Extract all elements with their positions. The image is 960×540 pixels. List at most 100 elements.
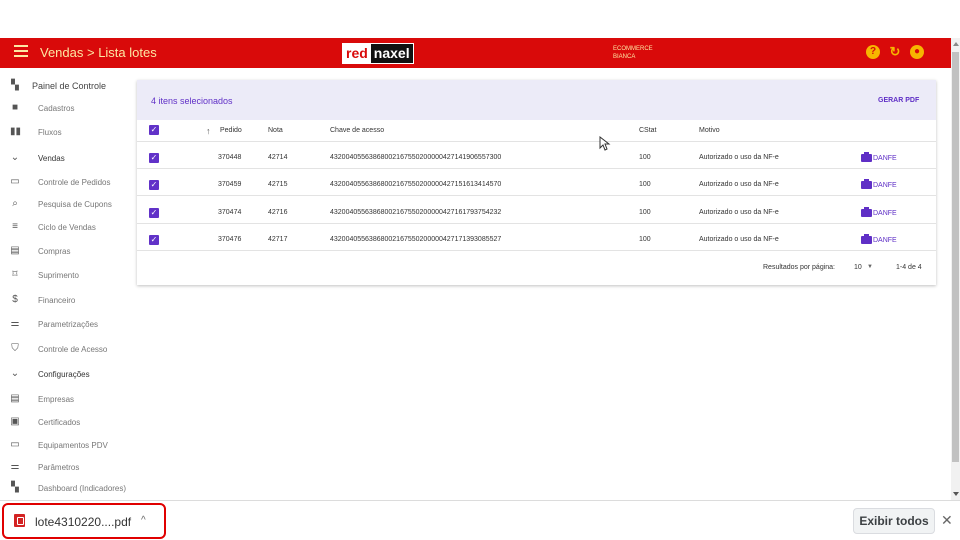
sidebar-item[interactable]: ⌄ Configurações	[0, 363, 128, 385]
cell-pedido: 370459	[218, 181, 242, 188]
cell-nota: 42715	[268, 181, 288, 188]
cell-pedido: 370448	[218, 154, 242, 161]
per-page-select[interactable]: 10	[854, 264, 862, 271]
sidebar-item[interactable]: ▣ Certificados	[0, 411, 128, 433]
selected-count: 4 itens selecionados	[151, 96, 233, 106]
danfe-label: DANFE	[873, 236, 897, 244]
cell-chave: 4320040556386800216755020000042716179375…	[330, 209, 502, 216]
row-checkbox[interactable]: ✓	[149, 235, 159, 245]
close-download-bar-icon[interactable]: ✕	[941, 512, 953, 529]
sidebar-item[interactable]: ⌕ Pesquisa de Cupons	[0, 193, 128, 215]
selection-bar: 4 itens selecionados GERAR PDF	[137, 80, 936, 120]
sidebar-item[interactable]: ▭ Equipamentos PDV	[0, 434, 128, 456]
sidebar-item-label: Painel de Controle	[32, 81, 107, 91]
printer-icon	[861, 152, 872, 162]
download-file-name: lote4310220....pdf	[35, 515, 132, 529]
show-all-downloads-button[interactable]: Exibir todos	[853, 508, 935, 534]
sidebar-item[interactable]: ▮▮ Fluxos	[0, 121, 128, 143]
logo-red-text: red	[343, 44, 371, 63]
column-header-cstat[interactable]: CStat	[639, 127, 657, 134]
store-name: ECOMMERCE BIANCA	[613, 45, 653, 61]
row-divider	[137, 250, 936, 251]
logo: red naxel	[342, 43, 414, 64]
row-divider	[137, 168, 936, 169]
sidebar-item[interactable]: ⌄ Vendas	[0, 147, 128, 169]
printer-icon	[861, 207, 872, 217]
folder-icon: ■	[11, 102, 19, 113]
sidebar-item-label: Vendas	[38, 153, 65, 163]
help-icon[interactable]: ?	[866, 45, 880, 59]
danfe-button[interactable]: DANFE	[861, 179, 897, 189]
row-checkbox[interactable]: ✓	[149, 153, 159, 163]
printer-icon	[861, 234, 872, 244]
scroll-down-icon[interactable]	[953, 492, 959, 496]
cell-motivo: Autorizado o uso da NF-e	[699, 181, 779, 188]
arrow-up-icon[interactable]: ↑	[206, 126, 211, 136]
sidebar-item[interactable]: ▤ Empresas	[0, 388, 128, 410]
sidebar-item[interactable]: ⚌ Parametrizações	[0, 313, 128, 335]
per-page-label: Resultados por página:	[763, 264, 835, 271]
download-item[interactable]: lote4310220....pdf ^	[2, 503, 166, 539]
sidebar-item[interactable]: ⚌ Parâmetros	[0, 456, 128, 478]
danfe-label: DANFE	[873, 181, 897, 189]
cell-chave: 4320040556386800216755020000042717139308…	[330, 236, 502, 243]
refresh-icon[interactable]: ↻	[888, 45, 902, 59]
breadcrumb: Vendas > Lista lotes	[40, 45, 157, 60]
select-all-checkbox[interactable]: ✓	[149, 125, 159, 135]
sidebar-item[interactable]: ▭ Controle de Pedidos	[0, 171, 128, 193]
sidebar-item[interactable]: ⛉ Controle de Acesso	[0, 338, 128, 360]
sidebar-item-label: Parâmetros	[38, 462, 80, 472]
sidebar-item[interactable]: ⌑ Suprimento	[0, 264, 128, 286]
sidebar-item[interactable]: ■ Cadastros	[0, 97, 128, 119]
sidebar-item[interactable]: ≡ Ciclo de Vendas	[0, 216, 128, 238]
scroll-up-icon[interactable]	[953, 42, 959, 46]
menu-icon[interactable]	[14, 45, 28, 59]
sidebar-item[interactable]: $ Financeiro	[0, 289, 128, 311]
cell-chave: 4320040556386800216755020000042714190655…	[330, 154, 502, 161]
sidebar-item-label: Cadastros	[38, 103, 75, 113]
mouse-cursor-icon	[599, 136, 611, 151]
sidebar-item[interactable]: ▤ Compras	[0, 240, 128, 262]
sliders-icon: ⚌	[10, 318, 20, 329]
page-scrollbar[interactable]	[951, 38, 960, 500]
column-header-nota[interactable]: Nota	[268, 127, 283, 134]
app-bar: Vendas > Lista lotes	[0, 38, 951, 68]
cell-chave: 4320040556386800216755020000042715161341…	[330, 181, 502, 188]
column-header-pedido[interactable]: Pedido	[220, 127, 242, 134]
cell-cstat: 100	[639, 181, 651, 188]
cell-nota: 42714	[268, 154, 288, 161]
dashboard-icon: ▚	[11, 80, 19, 91]
monitor-icon: ▭	[10, 439, 20, 450]
sidebar-item-label: Financeiro	[38, 295, 76, 305]
chevron-up-icon[interactable]: ^	[141, 515, 146, 526]
danfe-button[interactable]: DANFE	[861, 207, 897, 217]
shield-icon: ⛉	[11, 343, 19, 354]
column-header-motivo[interactable]: Motivo	[699, 127, 720, 134]
sidebar-item-label: Fluxos	[38, 127, 62, 137]
building-icon: ▤	[10, 393, 20, 404]
cell-cstat: 100	[639, 236, 651, 243]
row-checkbox[interactable]: ✓	[149, 180, 159, 190]
row-checkbox[interactable]: ✓	[149, 208, 159, 218]
danfe-button[interactable]: DANFE	[861, 152, 897, 162]
store-line-2: BIANCA	[613, 54, 636, 60]
danfe-label: DANFE	[873, 209, 897, 217]
scrollbar-thumb[interactable]	[952, 52, 959, 462]
lot-list-card: 4 itens selecionados GERAR PDF ✓ ↑ Pedid…	[137, 80, 936, 285]
sidebar-item[interactable]: ▚ Dashboard (Indicadores)	[0, 477, 128, 499]
sidebar-item-label: Empresas	[38, 394, 75, 404]
dropdown-caret-icon[interactable]: ▼	[867, 264, 873, 270]
generate-pdf-button[interactable]: GERAR PDF	[878, 97, 919, 104]
sidebar-item[interactable]: ▚ Painel de Controle	[0, 75, 128, 97]
danfe-button[interactable]: DANFE	[861, 234, 897, 244]
chevron-down-icon: ⌄	[10, 368, 20, 379]
header-divider	[137, 141, 936, 142]
pagination-range: 1-4 de 4	[896, 264, 922, 271]
cell-nota: 42717	[268, 236, 288, 243]
user-icon[interactable]: ●	[910, 45, 924, 59]
box-icon: ⌑	[12, 269, 18, 280]
column-header-chave[interactable]: Chave de acesso	[330, 127, 384, 134]
sidebar-item-label: Controle de Acesso	[38, 344, 108, 354]
sidebar-item-label: Controle de Pedidos	[38, 177, 111, 187]
search-icon: ⌕	[12, 198, 18, 209]
